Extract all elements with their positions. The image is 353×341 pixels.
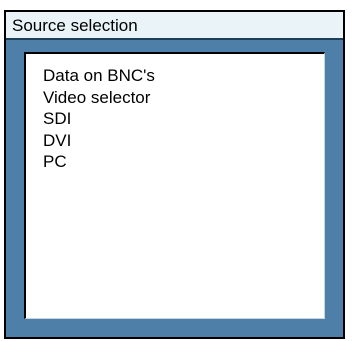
source-list: Data on BNC's Video selector SDI DVI PC: [26, 54, 324, 173]
source-item-dvi[interactable]: DVI: [26, 130, 324, 152]
source-selection-panel: Source selection Data on BNC's Video sel…: [4, 10, 345, 339]
source-item-sdi[interactable]: SDI: [26, 108, 324, 130]
source-item-data-on-bncs[interactable]: Data on BNC's: [26, 65, 324, 87]
source-listbox[interactable]: Data on BNC's Video selector SDI DVI PC: [24, 52, 325, 319]
source-item-pc[interactable]: PC: [26, 151, 324, 173]
panel-title: Source selection: [12, 16, 138, 35]
source-item-video-selector[interactable]: Video selector: [26, 87, 324, 109]
panel-header: Source selection: [6, 12, 343, 40]
